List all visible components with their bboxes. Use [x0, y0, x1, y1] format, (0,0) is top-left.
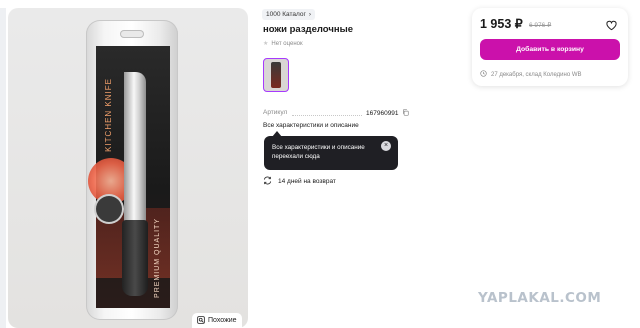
breadcrumb-label: 1000 Каталог	[266, 11, 306, 18]
return-arrows-icon	[263, 176, 272, 187]
product-title: ножи разделочные	[263, 24, 353, 35]
delivery-info: 27 декабря, склад Коледино WB	[480, 70, 582, 79]
site-watermark: YAPLAKAL.COM	[478, 290, 602, 306]
breadcrumb[interactable]: 1000 Каталог ›	[262, 9, 316, 20]
hang-hole	[120, 30, 144, 38]
tooltip-text: Все характеристики и описание переехали …	[272, 144, 365, 160]
left-edge-strip	[0, 8, 6, 328]
similar-button-label: Похожие	[208, 317, 237, 324]
gallery-thumbnail[interactable]	[263, 58, 289, 92]
thumbnail-knife	[271, 62, 281, 88]
all-specs-link[interactable]: Все характеристики и описание	[263, 122, 359, 129]
package-text-kitchen: KITCHEN KNIFE	[104, 78, 113, 152]
reviews-summary[interactable]: ★ Нет оценок	[263, 40, 303, 48]
knife-handle	[122, 220, 148, 296]
sku-leader-dots	[292, 115, 362, 116]
quality-seal	[96, 196, 122, 222]
product-image[interactable]: KITCHEN KNIFE PREMIUM QUALITY	[8, 8, 248, 328]
sku-label: Артикул	[263, 109, 288, 116]
reviews-text: Нет оценок	[271, 40, 303, 47]
specs-moved-tooltip: Все характеристики и описание переехали …	[264, 136, 398, 170]
returns-text: 14 дней на возврат	[278, 178, 336, 185]
heart-icon[interactable]	[606, 18, 617, 31]
similar-button[interactable]: Похожие	[192, 313, 242, 328]
clock-icon	[480, 70, 487, 79]
add-to-cart-button[interactable]: Добавить в корзину	[480, 39, 620, 60]
chevron-right-icon: ›	[308, 11, 312, 18]
sku-number: 167960991	[366, 110, 399, 117]
old-price: 6 976 ₽	[529, 22, 552, 29]
image-search-icon	[197, 315, 205, 326]
package-text-premium: PREMIUM QUALITY	[154, 218, 161, 298]
star-icon: ★	[263, 41, 269, 47]
delivery-text: 27 декабря, склад Коледино WB	[491, 71, 582, 78]
returns-info[interactable]: 14 дней на возврат	[263, 176, 336, 187]
sku-value: 167960991	[366, 109, 409, 118]
copy-icon[interactable]	[402, 109, 409, 118]
close-icon[interactable]: ×	[381, 141, 391, 151]
knife-blade	[124, 72, 146, 222]
current-price: 1 953 ₽	[480, 17, 523, 31]
